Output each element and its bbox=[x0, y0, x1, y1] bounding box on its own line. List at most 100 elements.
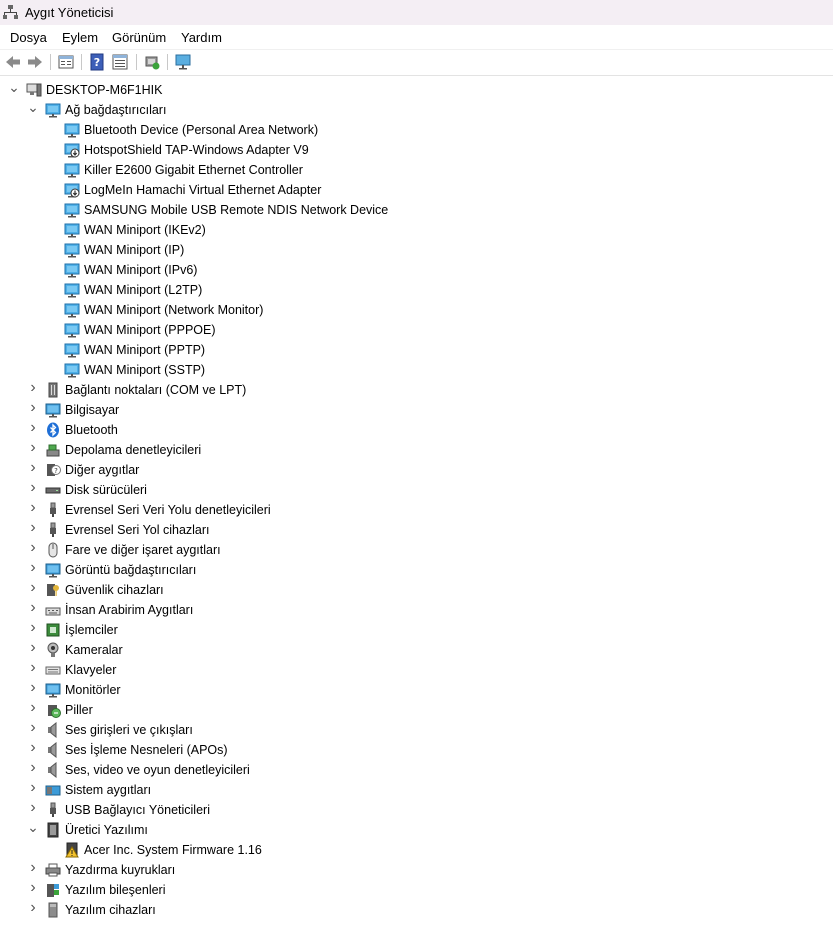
expand-chevron-icon[interactable]: › bbox=[27, 880, 39, 896]
expand-chevron-icon[interactable]: › bbox=[27, 380, 39, 396]
monitor-display-icon[interactable] bbox=[174, 53, 192, 71]
tree-item-label: Yazılım bileşenleri bbox=[65, 883, 166, 897]
tree-device[interactable]: WAN Miniport (IKEv2) bbox=[0, 220, 833, 240]
tree-category[interactable]: › İnsan Arabirim Aygıtları bbox=[0, 600, 833, 620]
tree-category[interactable]: › Yazılım cihazları bbox=[0, 900, 833, 920]
tree-category[interactable]: › Ses İşleme Nesneleri (APOs) bbox=[0, 740, 833, 760]
tree-category[interactable]: › Evrensel Seri Veri Yolu denetleyicileri bbox=[0, 500, 833, 520]
menu-gorunum[interactable]: Görünüm bbox=[112, 30, 166, 45]
tree-category[interactable]: › Piller bbox=[0, 700, 833, 720]
expand-chevron-icon[interactable]: › bbox=[27, 400, 39, 416]
tree-device[interactable]: WAN Miniport (SSTP) bbox=[0, 360, 833, 380]
network-adapter-icon bbox=[64, 263, 80, 278]
expand-chevron-icon[interactable]: › bbox=[27, 860, 39, 876]
expand-chevron-icon[interactable]: › bbox=[27, 640, 39, 656]
expand-chevron-icon[interactable]: › bbox=[27, 680, 39, 696]
tree-device[interactable]: WAN Miniport (L2TP) bbox=[0, 280, 833, 300]
network-adapter-icon bbox=[64, 163, 80, 178]
menu-eylem[interactable]: Eylem bbox=[62, 30, 98, 45]
toolbar: ? bbox=[0, 49, 833, 76]
tree-category[interactable]: › Kameralar bbox=[0, 640, 833, 660]
expand-chevron-icon[interactable]: › bbox=[27, 460, 39, 476]
tree-item-label: Bağlantı noktaları (COM ve LPT) bbox=[65, 383, 247, 397]
hid-icon bbox=[45, 607, 61, 616]
tree-category[interactable]: › Bilgisayar bbox=[0, 400, 833, 420]
tree-category[interactable]: ⌄ Ağ bağdaştırıcıları bbox=[0, 100, 833, 120]
tree-category[interactable]: › Monitörler bbox=[0, 680, 833, 700]
expand-chevron-icon[interactable]: › bbox=[27, 500, 39, 516]
tree-device[interactable]: WAN Miniport (IP) bbox=[0, 240, 833, 260]
help-icon[interactable]: ? bbox=[88, 53, 106, 71]
tree-category[interactable]: › Bağlantı noktaları (COM ve LPT) bbox=[0, 380, 833, 400]
tree-category[interactable]: › Fare ve diğer işaret aygıtları bbox=[0, 540, 833, 560]
expand-chevron-icon[interactable]: › bbox=[27, 800, 39, 816]
collapse-chevron-icon[interactable]: ⌄ bbox=[27, 820, 39, 834]
expand-chevron-icon[interactable]: › bbox=[27, 420, 39, 436]
back-arrow-icon[interactable] bbox=[4, 53, 22, 71]
collapse-chevron-icon[interactable]: ⌄ bbox=[27, 100, 39, 114]
tree-category[interactable]: ›? Diğer aygıtlar bbox=[0, 460, 833, 480]
tree-item-label: Ses İşleme Nesneleri (APOs) bbox=[65, 743, 228, 757]
speaker-icon bbox=[48, 722, 57, 738]
tree-item-label: Depolama denetleyicileri bbox=[65, 443, 202, 457]
bluetooth-icon bbox=[47, 422, 59, 438]
expand-chevron-icon[interactable]: › bbox=[27, 580, 39, 596]
expand-chevron-icon[interactable]: › bbox=[27, 660, 39, 676]
tree-device[interactable]: HotspotShield TAP-Windows Adapter V9 bbox=[0, 140, 833, 160]
tree-category[interactable]: › Ses girişleri ve çıkışları bbox=[0, 720, 833, 740]
details-view-icon[interactable] bbox=[111, 53, 129, 71]
tree-item-label: Sistem aygıtları bbox=[65, 783, 152, 797]
expand-chevron-icon[interactable]: › bbox=[27, 720, 39, 736]
tree-category[interactable]: › Ses, video ve oyun denetleyicileri bbox=[0, 760, 833, 780]
expand-chevron-icon[interactable]: › bbox=[27, 780, 39, 796]
tree-device[interactable]: WAN Miniport (IPv6) bbox=[0, 260, 833, 280]
tree-device[interactable]: WAN Miniport (PPTP) bbox=[0, 340, 833, 360]
tree-device[interactable]: LogMeIn Hamachi Virtual Ethernet Adapter bbox=[0, 180, 833, 200]
scan-hardware-icon[interactable] bbox=[143, 53, 161, 71]
expand-chevron-icon[interactable]: › bbox=[27, 760, 39, 776]
expand-chevron-icon[interactable]: › bbox=[27, 620, 39, 636]
tree-category[interactable]: › Güvenlik cihazları bbox=[0, 580, 833, 600]
expand-chevron-icon[interactable]: › bbox=[27, 600, 39, 616]
expand-chevron-icon[interactable]: › bbox=[27, 900, 39, 916]
tree-category[interactable]: ⌄ Üretici Yazılımı bbox=[0, 820, 833, 840]
expand-chevron-icon[interactable]: › bbox=[27, 700, 39, 716]
tree-category[interactable]: › Bluetooth bbox=[0, 420, 833, 440]
menu-yardim[interactable]: Yardım bbox=[181, 30, 222, 45]
svg-text:?: ? bbox=[54, 467, 58, 475]
expand-chevron-icon[interactable]: › bbox=[27, 740, 39, 756]
tree-device[interactable]: Killer E2600 Gigabit Ethernet Controller bbox=[0, 160, 833, 180]
tree-device[interactable]: WAN Miniport (PPPOE) bbox=[0, 320, 833, 340]
tree-item-label: WAN Miniport (Network Monitor) bbox=[84, 303, 264, 317]
tree-category[interactable]: › USB Bağlayıcı Yöneticileri bbox=[0, 800, 833, 820]
tree-category[interactable]: › Yazılım bileşenleri bbox=[0, 880, 833, 900]
expand-chevron-icon[interactable]: › bbox=[27, 440, 39, 456]
tree-category[interactable]: › Evrensel Seri Yol cihazları bbox=[0, 520, 833, 540]
tree-device[interactable]: Bluetooth Device (Personal Area Network) bbox=[0, 120, 833, 140]
collapse-chevron-icon[interactable]: ⌄ bbox=[8, 80, 20, 94]
expand-chevron-icon[interactable]: › bbox=[27, 480, 39, 496]
toolbar-separator bbox=[50, 54, 51, 70]
tree-category[interactable]: › Depolama denetleyicileri bbox=[0, 440, 833, 460]
tree-item-label: Klavyeler bbox=[65, 663, 117, 677]
network-adapter-down-icon bbox=[64, 183, 80, 198]
menu-dosya[interactable]: Dosya bbox=[10, 30, 47, 45]
tree-item-label: İşlemciler bbox=[65, 623, 118, 637]
tree-category[interactable]: › Klavyeler bbox=[0, 660, 833, 680]
tree-device[interactable]: SAMSUNG Mobile USB Remote NDIS Network D… bbox=[0, 200, 833, 220]
tree-category[interactable]: › Disk sürücüleri bbox=[0, 480, 833, 500]
expand-chevron-icon[interactable]: › bbox=[27, 540, 39, 556]
printer-icon bbox=[45, 863, 61, 877]
expand-chevron-icon[interactable]: › bbox=[27, 520, 39, 536]
tree-device[interactable]: Acer Inc. System Firmware 1.16 bbox=[0, 840, 833, 860]
tree-category[interactable]: › Görüntü bağdaştırıcıları bbox=[0, 560, 833, 580]
toolbar-separator bbox=[81, 54, 82, 70]
tree-category[interactable]: › İşlemciler bbox=[0, 620, 833, 640]
forward-arrow-icon[interactable] bbox=[26, 53, 44, 71]
tree-root-computer[interactable]: ⌄ DESKTOP-M6F1HIK bbox=[0, 80, 833, 100]
properties-icon[interactable] bbox=[57, 53, 75, 71]
tree-category[interactable]: › Yazdırma kuyrukları bbox=[0, 860, 833, 880]
tree-category[interactable]: › Sistem aygıtları bbox=[0, 780, 833, 800]
expand-chevron-icon[interactable]: › bbox=[27, 560, 39, 576]
tree-device[interactable]: WAN Miniport (Network Monitor) bbox=[0, 300, 833, 320]
